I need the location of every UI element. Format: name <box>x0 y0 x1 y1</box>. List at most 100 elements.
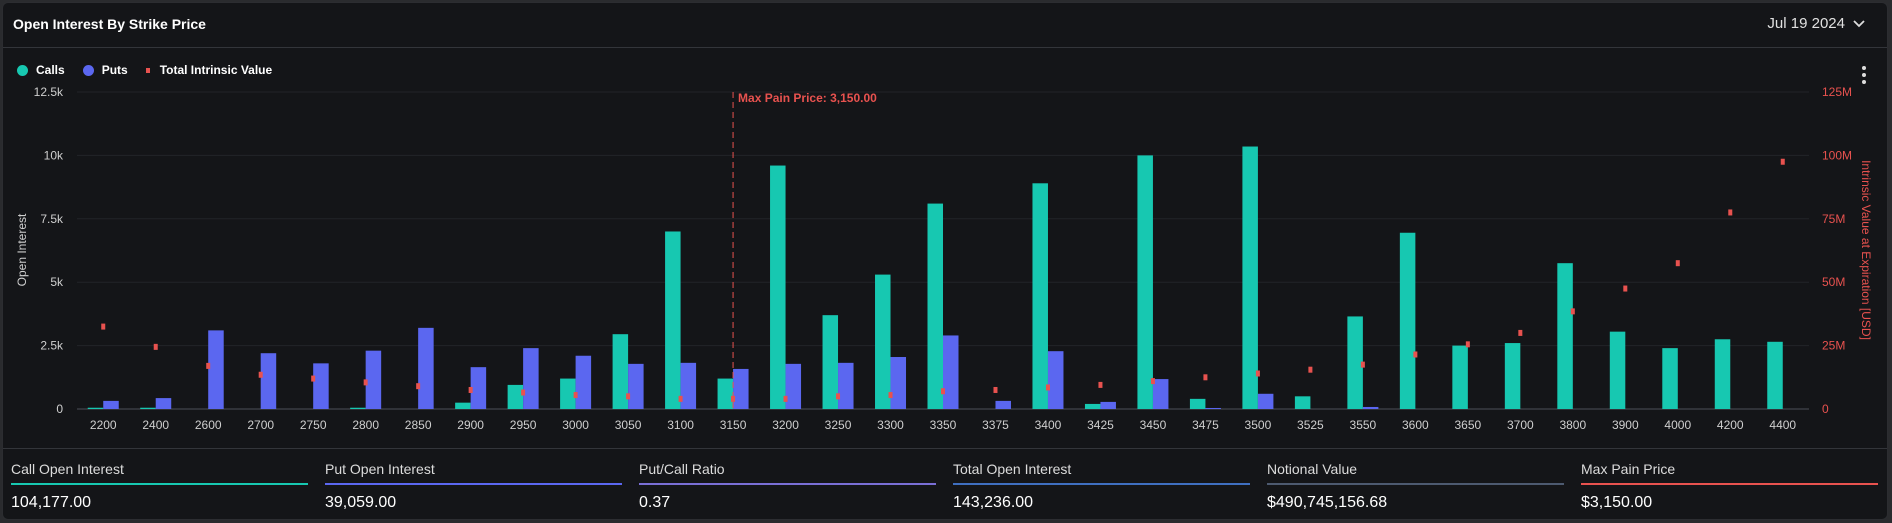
x-tick-label: 2700 <box>247 418 274 432</box>
intrinsic-value-point <box>1360 361 1365 368</box>
stat-accent-line <box>639 483 936 485</box>
intrinsic-value-point <box>153 343 158 350</box>
x-tick-label: 2800 <box>352 418 379 432</box>
y-tick-label: 2.5k <box>40 339 64 353</box>
stat-value: $490,745,156.68 <box>1267 494 1388 511</box>
x-tick-label: 2400 <box>142 418 169 432</box>
calls-bar <box>1242 146 1258 410</box>
calls-bar <box>1504 343 1521 409</box>
puts-bar <box>890 357 907 409</box>
stat-accent-line <box>1267 483 1564 485</box>
intrinsic-value-point <box>1413 351 1418 358</box>
calls-bar <box>770 165 786 409</box>
x-tick-label: 3800 <box>1559 418 1586 432</box>
y2-tick-label: 50M <box>1822 275 1845 289</box>
puts-bar <box>680 362 697 409</box>
intrinsic-value-point <box>1728 209 1733 216</box>
calls-bar <box>1084 403 1101 409</box>
open-interest-chart: 0 0 2.5k 25M 5k 50M 7.5k 75M 10k 100M 12.5k 125M Ope… <box>15 85 1873 432</box>
intrinsic-value-point <box>993 386 998 393</box>
puts-bar <box>838 362 854 409</box>
x-tick-label: 3425 <box>1087 418 1114 432</box>
calls-bar <box>927 203 943 409</box>
x-tick-label: 2200 <box>90 418 117 432</box>
y-tick-label: 0 <box>56 402 63 416</box>
x-tick-label: 2600 <box>195 418 222 432</box>
intrinsic-value-point <box>1570 308 1575 315</box>
intrinsic-value-point <box>363 379 368 386</box>
x-tick-label: 3500 <box>1245 418 1272 432</box>
stat-accent-line <box>325 483 622 485</box>
y-tick-label: 7.5k <box>40 212 64 226</box>
intrinsic-value-point <box>573 392 578 399</box>
stat-accent-line <box>11 483 308 485</box>
intrinsic-value-point <box>941 388 945 395</box>
intrinsic-value-point <box>1518 329 1523 336</box>
intrinsic-value-point <box>1675 260 1680 267</box>
calls-bar <box>1714 339 1731 409</box>
calls-bar <box>1347 316 1363 409</box>
calls-bar <box>140 407 156 409</box>
x-tick-label: 2750 <box>300 418 327 432</box>
calls-bar <box>717 378 734 409</box>
puts-bar <box>365 350 382 409</box>
intrinsic-value-point <box>258 371 263 378</box>
puts-bar <box>1205 407 1221 409</box>
puts-bar <box>260 353 277 409</box>
intrinsic-value-point <box>468 386 473 393</box>
calls-bar <box>1189 398 1206 409</box>
puts-bar <box>1152 379 1169 409</box>
puts-bar <box>628 363 644 409</box>
intrinsic-value-point <box>1045 384 1050 391</box>
calls-bar <box>665 231 681 409</box>
y-tick-label: 10k <box>44 148 64 162</box>
x-tick-label: 2950 <box>510 418 537 432</box>
puts-bar <box>523 348 539 409</box>
y2-tick-label: 25M <box>1822 339 1845 353</box>
puts-bar <box>995 400 1011 409</box>
x-tick-label: 3000 <box>562 418 589 432</box>
x-tick-label: 3600 <box>1402 418 1429 432</box>
x-tick-label: 3200 <box>772 418 799 432</box>
x-tick-label: 4000 <box>1664 418 1691 432</box>
calls-bar <box>875 274 891 409</box>
x-tick-label: 3350 <box>930 418 957 432</box>
y2-axis-title: Intrinsic Value at Expiration [USD] <box>1859 160 1873 340</box>
intrinsic-value-point <box>521 389 526 396</box>
calls-bar <box>822 315 839 409</box>
intrinsic-value-point <box>626 393 631 400</box>
stat-value: $3,150.00 <box>1581 494 1653 511</box>
calls-bar <box>1032 183 1048 409</box>
stat-label: Notional Value <box>1267 461 1358 477</box>
intrinsic-value-point <box>1623 285 1628 292</box>
x-tick-label: 3525 <box>1297 418 1324 432</box>
x-tick-label: 3700 <box>1507 418 1534 432</box>
x-tick-label: 2900 <box>457 418 484 432</box>
intrinsic-value-point <box>416 383 421 390</box>
calls-bar <box>1399 232 1416 409</box>
max-pain-label: Max Pain Price: 3,150.00 <box>738 91 877 105</box>
puts-bar <box>1257 393 1274 409</box>
calls-bar <box>1294 396 1311 409</box>
calls-bar <box>1662 348 1678 409</box>
y-tick-label: 5k <box>50 275 64 289</box>
intrinsic-value-point <box>1150 378 1155 385</box>
calls-bar <box>1137 155 1153 409</box>
intrinsic-value-point <box>1203 374 1208 381</box>
x-tick-label: 3550 <box>1350 418 1377 432</box>
calls-bar <box>350 407 366 409</box>
y2-tick-label: 0 <box>1822 402 1829 416</box>
x-tick-label: 3400 <box>1035 418 1062 432</box>
calls-bar <box>1557 263 1573 409</box>
intrinsic-value-point <box>836 393 841 400</box>
calls-bar <box>507 384 524 409</box>
x-tick-label: 3250 <box>825 418 852 432</box>
calls-bar <box>560 378 576 409</box>
x-tick-label: 3900 <box>1612 418 1639 432</box>
calls-bar <box>87 407 104 409</box>
x-tick-label: 3450 <box>1140 418 1167 432</box>
y2-tick-label: 75M <box>1822 212 1845 226</box>
stat-label: Max Pain Price <box>1581 461 1676 477</box>
x-tick-label: 4200 <box>1717 418 1744 432</box>
stat-label: Call Open Interest <box>11 461 124 477</box>
